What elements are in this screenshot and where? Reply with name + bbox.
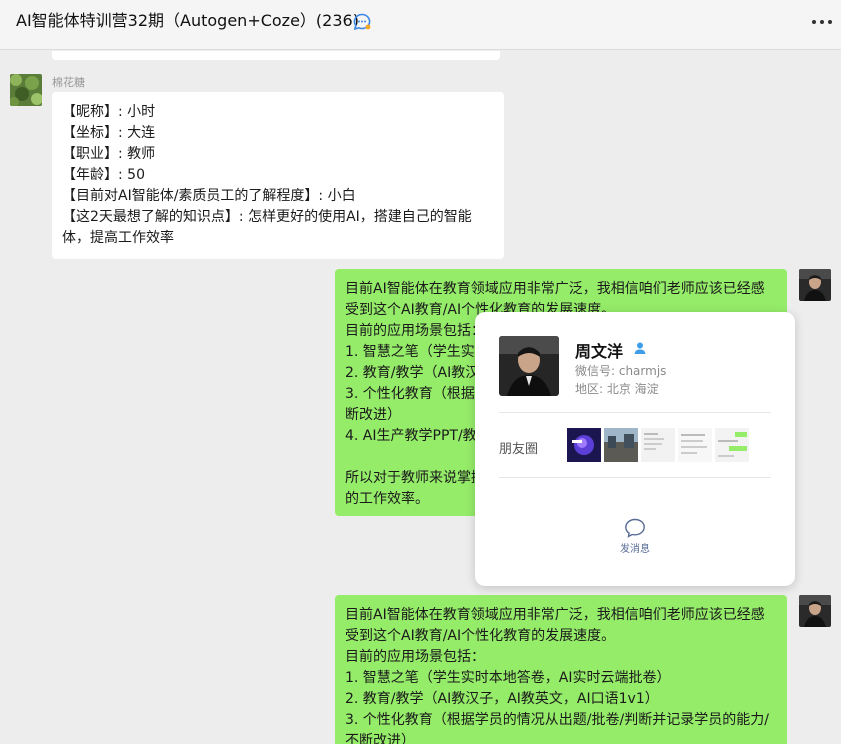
moments-thumbnail[interactable] <box>567 428 601 462</box>
more-icon[interactable] <box>811 12 833 32</box>
message-icon <box>625 518 645 538</box>
moments-thumbnail[interactable] <box>604 428 638 462</box>
divider <box>499 477 771 478</box>
avatar[interactable] <box>799 269 831 301</box>
person-icon <box>634 342 646 354</box>
moments-thumbnail[interactable] <box>641 428 675 462</box>
message-line: 目前AI智能体在教育领域应用非常广泛，我相信咱们老师应该已经感受到这个AI教育/… <box>345 607 765 644</box>
message-line: 【职业】: 教师 <box>62 146 156 162</box>
moments-thumbnail[interactable] <box>678 428 712 462</box>
profile-region: 地区: 北京 海淀 <box>575 382 659 396</box>
chat-bubble-icon[interactable] <box>352 12 372 32</box>
chat-header: AI智能体特训营32期（Autogen+Coze）(236) <box>0 0 841 50</box>
message-line: 目前的应用场景包括： <box>345 649 485 665</box>
message-line: 1. 智慧之笔（学生实时本地答卷，AI实时云端批卷） <box>345 670 671 686</box>
message-bubble[interactable]: 目前AI智能体在教育领域应用非常广泛，我相信咱们老师应该已经感受到这个AI教育/… <box>335 595 787 744</box>
moments-thumbnail[interactable] <box>715 428 749 462</box>
message-line: 3. 个性化教育（根据学员的情况从出题/批卷/判断并记录学员的能力/不断改进） <box>345 712 769 744</box>
message-line: 【这2天最想了解的知识点】: 怎样更好的使用AI，搭建自己的智能体，提高工作效率 <box>62 209 472 246</box>
divider <box>499 412 771 413</box>
message-line: 【年龄】: 50 <box>62 167 145 183</box>
message-line: 【昵称】: 小时 <box>62 104 156 120</box>
avatar[interactable] <box>799 595 831 627</box>
send-message-button[interactable]: 发消息 <box>595 518 675 566</box>
sender-name: 棉花糖 <box>52 76 85 89</box>
message-bubble[interactable]: 【昵称】: 小时 【坐标】: 大连 【职业】: 教师 【年龄】: 50 【目前对… <box>52 92 504 259</box>
avatar[interactable] <box>10 74 42 106</box>
profile-avatar[interactable] <box>499 336 559 396</box>
profile-wechat-id: 微信号: charmjs <box>575 364 667 378</box>
message-line: 【目前对AI智能体/素质员工的了解程度】: 小白 <box>62 188 356 204</box>
send-message-label: 发消息 <box>620 544 650 555</box>
profile-name: 周文洋 <box>575 342 624 361</box>
previous-message-bubble <box>52 51 500 60</box>
chat-title: AI智能体特训营32期（Autogen+Coze）(236) <box>16 11 359 30</box>
moments-label: 朋友圈 <box>499 442 539 457</box>
message-line: 2. 教育/教学（AI教汉子，AI教英文，AI口语1v1） <box>345 691 659 707</box>
profile-card: 周文洋 微信号: charmjs 地区: 北京 海淀 朋友圈 发消息 <box>475 312 795 586</box>
message-line: 【坐标】: 大连 <box>62 125 156 141</box>
